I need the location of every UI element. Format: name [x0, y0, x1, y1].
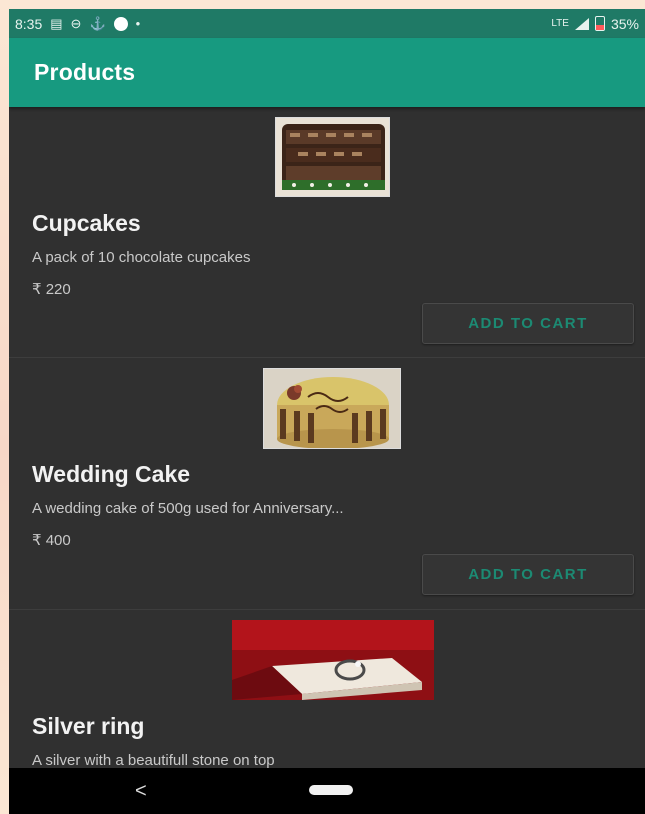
battery-percent: 35% [610, 15, 639, 32]
network-type: LTE [551, 18, 569, 29]
product-description: A pack of 10 chocolate cupcakes [32, 249, 251, 266]
product-title: Cupcakes [32, 210, 141, 236]
product-title: Wedding Cake [32, 461, 191, 487]
back-icon[interactable]: < [135, 780, 147, 803]
status-time: 8:35 [15, 15, 43, 32]
product-title: Silver ring [32, 713, 145, 739]
add-to-cart-button[interactable]: ADD TO CART [422, 303, 634, 344]
add-to-cart-button[interactable]: ADD TO CART [422, 554, 634, 595]
product-description: A wedding cake of 500g used for Annivers… [32, 500, 344, 517]
product-item-silver-ring[interactable]: Silver ring A silver with a beautifull s… [9, 610, 645, 768]
page-title: Products [34, 59, 136, 85]
message-icon: ▤ [50, 16, 63, 31]
wedding-cake-image [263, 368, 401, 449]
app-bar: Products [9, 38, 645, 107]
dot-icon: • [135, 16, 141, 31]
product-item-cupcakes[interactable]: Cupcakes A pack of 10 chocolate cupcakes… [9, 107, 645, 358]
battery-icon [594, 16, 605, 31]
navigation-bar: < [9, 768, 645, 814]
cupcakes-image [275, 117, 390, 197]
product-price: ₹ 220 [32, 281, 71, 298]
phone-screen: 8:35 ▤ ⊖ ⚓ • LTE 35% Products Cupcakes A… [9, 9, 645, 814]
product-list[interactable]: Cupcakes A pack of 10 chocolate cupcakes… [9, 107, 645, 768]
product-description: A silver with a beautifull stone on top [32, 752, 275, 768]
signal-icon [574, 17, 589, 30]
silver-ring-image [232, 620, 434, 700]
circle-notification-icon [113, 16, 128, 31]
home-pill-icon[interactable] [309, 785, 353, 795]
product-item-wedding-cake[interactable]: Wedding Cake A wedding cake of 500g used… [9, 358, 645, 610]
product-price: ₹ 400 [32, 532, 71, 549]
sync-icon: ⊖ [70, 16, 82, 31]
status-bar: 8:35 ▤ ⊖ ⚓ • LTE 35% [9, 9, 645, 38]
ship-icon: ⚓ [89, 16, 106, 31]
